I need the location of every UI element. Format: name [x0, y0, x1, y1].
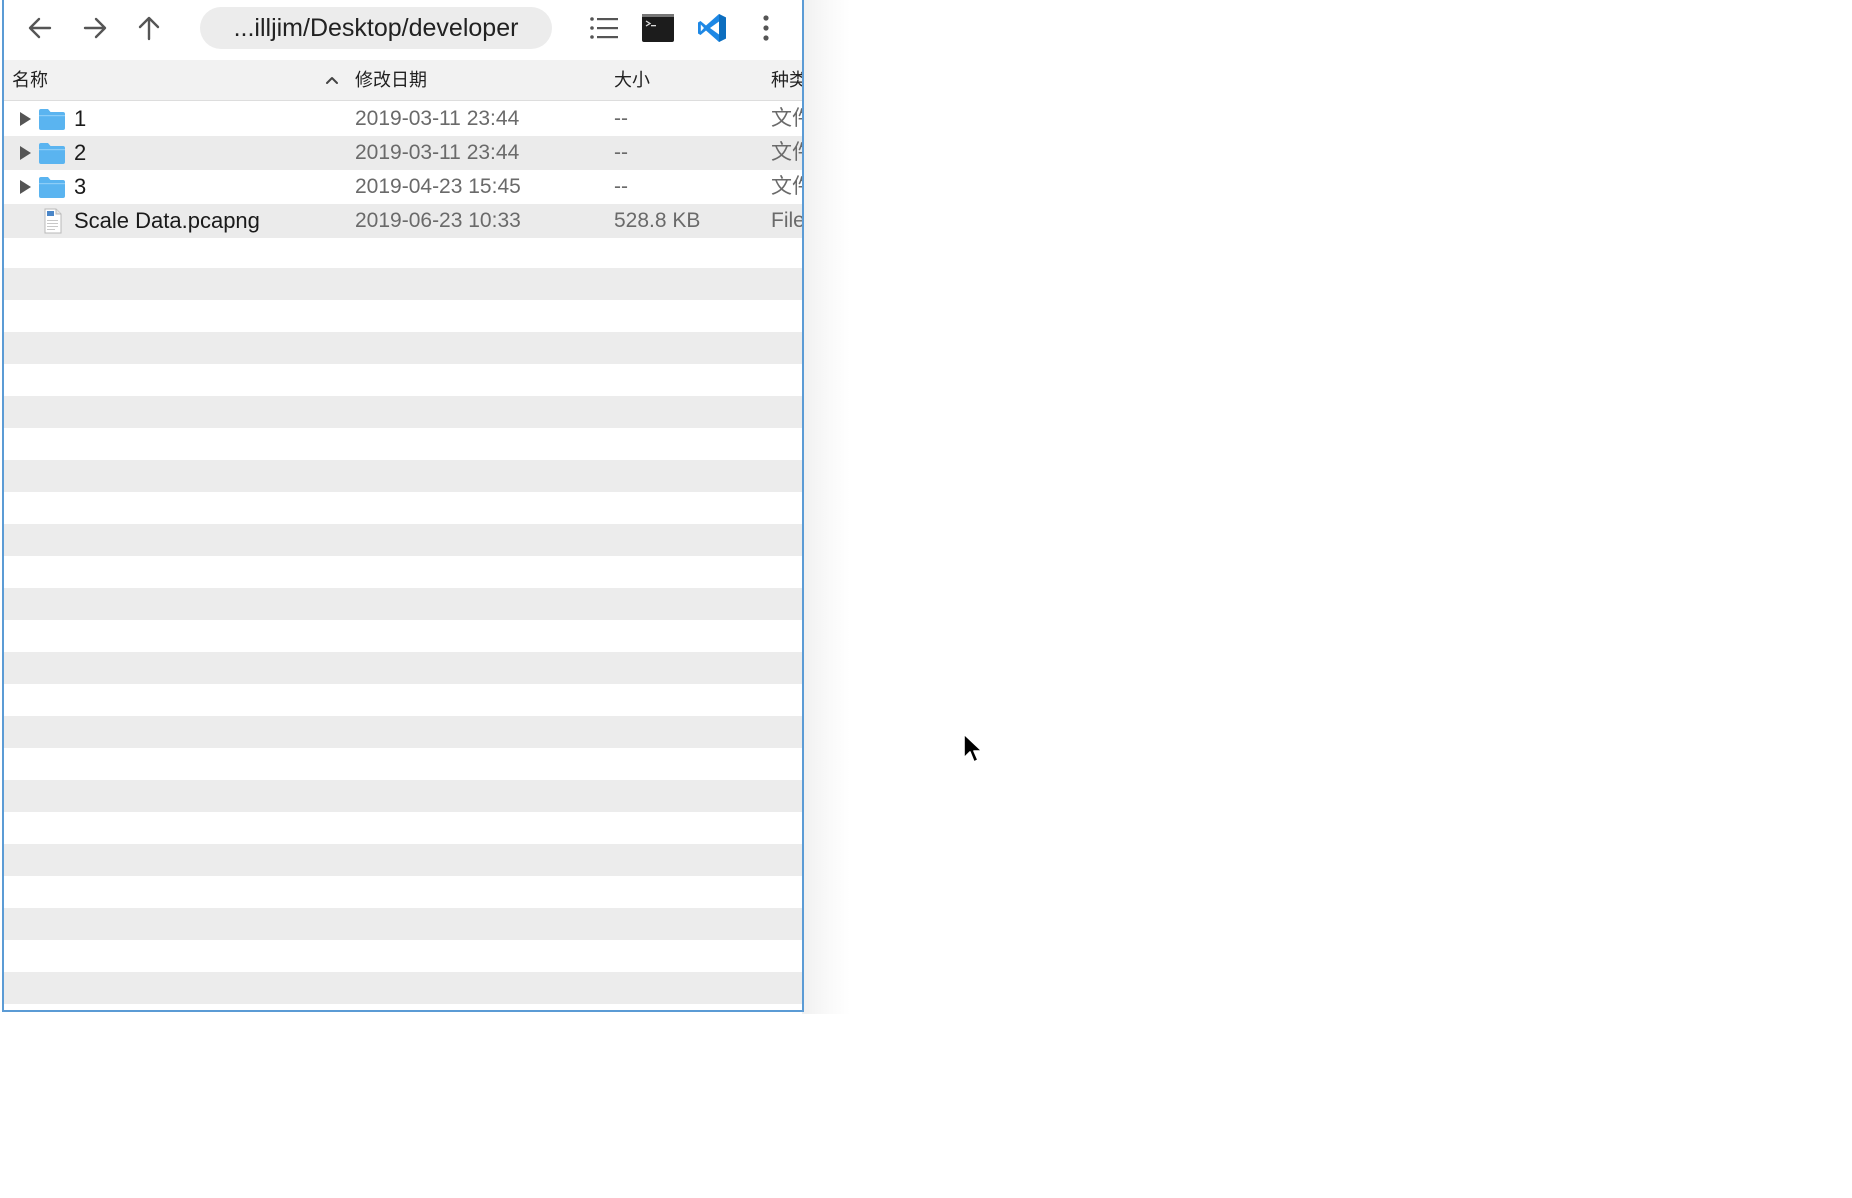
empty-row [4, 716, 802, 748]
file-name: 1 [74, 106, 87, 131]
file-size: 528.8 KB [614, 209, 701, 232]
sort-ascending-icon[interactable] [322, 70, 342, 90]
folder-icon [39, 109, 65, 130]
table-row[interactable]: 3 2019-04-23 15:45 -- 文件夹 [4, 170, 802, 204]
file-modified: 2019-03-11 23:44 [355, 141, 520, 164]
empty-row [4, 460, 802, 492]
window-shadow [802, 0, 850, 1014]
column-size[interactable]: 大小 [614, 60, 650, 100]
vscode-icon [698, 14, 726, 42]
more-vertical-icon [763, 15, 769, 41]
file-list: 1 2019-03-11 23:44 -- 文件夹 2 2019-03-11 2… [4, 101, 802, 1010]
file-size: -- [614, 107, 628, 130]
file-modified: 2019-03-11 23:44 [355, 107, 520, 130]
folder-icon [39, 177, 65, 198]
expand-triangle-icon[interactable] [18, 145, 32, 161]
column-header: 名称 修改日期 大小 种类 [4, 60, 802, 101]
empty-row [4, 972, 802, 1004]
folder-icon [39, 143, 65, 164]
expand-triangle-icon[interactable] [18, 111, 32, 127]
file-size: -- [614, 141, 628, 164]
empty-row [4, 524, 802, 556]
more-button[interactable] [748, 10, 784, 46]
path-text: ...illjim/Desktop/developer [233, 13, 519, 42]
empty-row [4, 780, 802, 812]
arrow-right-icon [83, 17, 107, 39]
file-kind: 文件夹 [771, 141, 802, 164]
file-name: 3 [74, 174, 87, 199]
empty-row [4, 332, 802, 364]
arrow-up-icon [138, 16, 160, 41]
vscode-button[interactable] [694, 10, 730, 46]
up-button[interactable] [131, 10, 167, 46]
toolbar: ...illjim/Desktop/developer [4, 0, 802, 58]
column-modified[interactable]: 修改日期 [355, 60, 427, 100]
file-name: Scale Data.pcapng [74, 208, 260, 233]
file-modified: 2019-06-23 10:33 [355, 209, 521, 232]
empty-row [4, 908, 802, 940]
back-button[interactable] [22, 10, 58, 46]
file-size: -- [614, 175, 628, 198]
pcapng-file-icon [44, 208, 62, 234]
file-name: 2 [74, 140, 87, 165]
arrow-left-icon [28, 17, 52, 39]
terminal-button[interactable] [640, 10, 676, 46]
file-browser-window: ...illjim/Desktop/developer 名称 修改日期 大小 种… [2, 0, 804, 1012]
table-row[interactable]: 1 2019-03-11 23:44 -- 文件夹 [4, 102, 802, 136]
column-name[interactable]: 名称 [12, 60, 48, 100]
file-kind: File [771, 209, 802, 232]
file-modified: 2019-04-23 15:45 [355, 175, 521, 198]
empty-row [4, 652, 802, 684]
file-kind: 文件夹 [771, 175, 802, 198]
empty-row [4, 844, 802, 876]
file-kind: 文件夹 [771, 107, 802, 130]
list-view-button[interactable] [586, 10, 622, 46]
forward-button[interactable] [77, 10, 113, 46]
empty-row [4, 588, 802, 620]
path-field[interactable]: ...illjim/Desktop/developer [200, 7, 552, 49]
table-row[interactable]: Scale Data.pcapng 2019-06-23 10:33 528.8… [4, 204, 802, 238]
empty-row [4, 396, 802, 428]
column-kind[interactable]: 种类 [771, 60, 802, 100]
expand-triangle-icon[interactable] [18, 179, 32, 195]
terminal-icon [642, 14, 674, 42]
table-row[interactable]: 2 2019-03-11 23:44 -- 文件夹 [4, 136, 802, 170]
empty-row [4, 268, 802, 300]
mouse-cursor-icon [963, 733, 983, 763]
list-icon [590, 17, 618, 39]
